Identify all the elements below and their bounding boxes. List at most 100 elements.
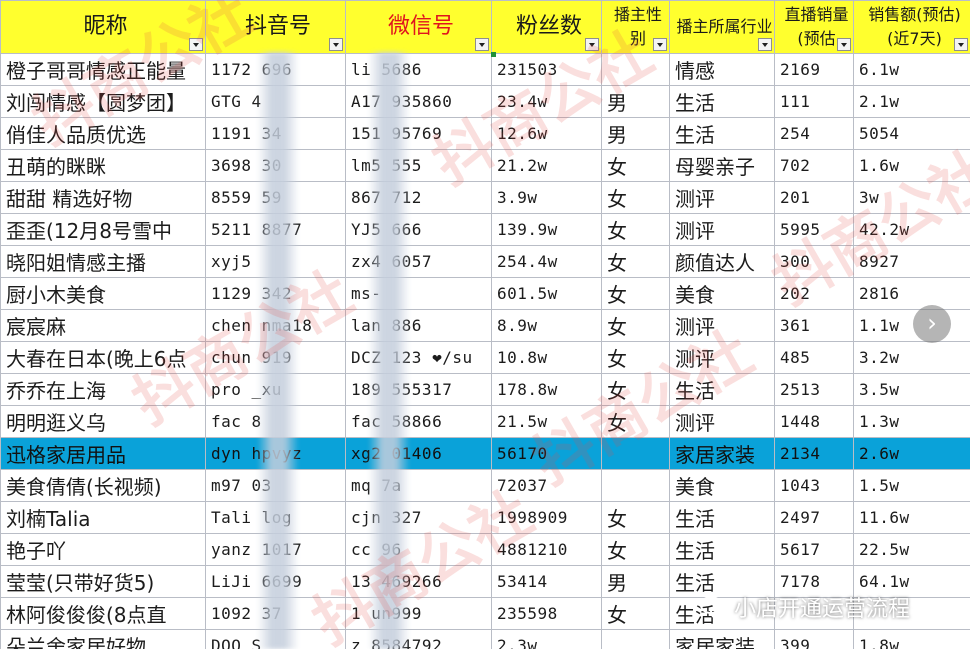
cell-nickname[interactable]: 丑萌的眯眯 bbox=[0, 149, 206, 182]
table-row[interactable]: 刘闯情感【圆梦团】 GTG 4 A17 935860 23.4w 男生活 111 2.1w bbox=[0, 85, 970, 118]
cell-live-sales[interactable]: 5995 bbox=[774, 213, 854, 246]
cell-nickname[interactable]: 艳子吖 bbox=[0, 533, 206, 566]
cell-sales-amount[interactable]: 8927 bbox=[853, 245, 970, 278]
table-row[interactable]: 橙子哥哥情感正能量1172 696li 5686231503情感21696.1w bbox=[0, 53, 970, 86]
table-row[interactable]: 甜甜 精选好物8559 59867 7123.9w女测评2013w bbox=[0, 181, 970, 214]
cell-nickname[interactable]: 莹莹(只带好货5) bbox=[0, 565, 206, 598]
cell-followers[interactable]: 21.5w bbox=[491, 405, 602, 438]
cell-sales-amount[interactable]: 1.6w bbox=[853, 149, 970, 182]
filter-dropdown-icon[interactable] bbox=[329, 38, 343, 51]
cell-industry[interactable]: 颜值达人 bbox=[669, 245, 775, 278]
table-row[interactable]: 大春在日本(晚上6点 chun 919 DCZ 123 ❤/su 10.8w 女测评 48… bbox=[0, 341, 970, 374]
cell-live-sales[interactable]: 1043 bbox=[774, 469, 854, 502]
table-row[interactable]: 歪歪(12月8号雪中5211 8877YJ5 666139.9w女测评59954… bbox=[0, 213, 970, 246]
cell-followers[interactable]: 235598 bbox=[491, 597, 602, 630]
cell-followers[interactable]: 8.9w bbox=[491, 309, 602, 342]
cell-followers[interactable]: 2.3w bbox=[491, 629, 602, 649]
cell-nickname[interactable]: 美食倩倩(长视频) bbox=[0, 469, 206, 502]
cell-sales-amount[interactable]: 11.6w bbox=[853, 501, 970, 534]
column-header-6[interactable]: 直播销量(预估 bbox=[774, 0, 854, 54]
cell-gender[interactable]: 女 bbox=[601, 405, 670, 438]
cell-industry[interactable]: 测评 bbox=[669, 309, 775, 342]
cell-followers[interactable]: 10.8w bbox=[491, 341, 602, 374]
spreadsheet[interactable]: 昵称 抖音号 微信号 粉丝数 播主性别 播主所属行业 直播销量(预估 销售额(预估)(近7天)… bbox=[0, 0, 970, 649]
filter-dropdown-icon[interactable] bbox=[653, 38, 667, 51]
cell-live-sales[interactable]: 5617 bbox=[774, 533, 854, 566]
cell-industry[interactable]: 生活 bbox=[669, 533, 775, 566]
column-header-2[interactable]: 微信号 bbox=[345, 0, 492, 54]
table-row[interactable]: 厨小木美食 1129 342 ms- 601.5w 女美食 202 2816 bbox=[0, 277, 970, 310]
table-row[interactable]: 宸宸麻chen nma18lan 8868.9w女测评3611.1w bbox=[0, 309, 970, 342]
table-row[interactable]: 俏佳人品质优选 1191 34 151 95769 12.6w 男生活 254 5054 bbox=[0, 117, 970, 150]
cell-industry[interactable]: 生活 bbox=[669, 117, 775, 150]
cell-gender[interactable] bbox=[601, 437, 670, 470]
cell-followers[interactable]: 231503 bbox=[491, 53, 602, 86]
table-row[interactable]: 刘楠TaliaTali logcjn 3271998909女生活249711.6… bbox=[0, 501, 970, 534]
cell-nickname[interactable]: 厨小木美食 bbox=[0, 277, 206, 310]
table-row[interactable]: 乔乔在上海 pro _xu 189 555317 178.8w 女生活 2513 3.5w bbox=[0, 373, 970, 406]
cell-sales-amount[interactable]: 3w bbox=[853, 181, 970, 214]
cell-followers[interactable]: 139.9w bbox=[491, 213, 602, 246]
cell-live-sales[interactable]: 1448 bbox=[774, 405, 854, 438]
cell-gender[interactable]: 女 bbox=[601, 373, 670, 406]
cell-nickname[interactable]: 明明逛义乌 bbox=[0, 405, 206, 438]
column-header-5[interactable]: 播主所属行业 bbox=[669, 0, 775, 54]
cell-industry[interactable]: 生活 bbox=[669, 501, 775, 534]
cell-industry[interactable]: 情感 bbox=[669, 53, 775, 86]
cell-live-sales[interactable]: 111 bbox=[774, 85, 854, 118]
cell-nickname[interactable]: 甜甜 精选好物 bbox=[0, 181, 206, 214]
cell-industry[interactable]: 生活 bbox=[669, 85, 775, 118]
cell-live-sales[interactable]: 300 bbox=[774, 245, 854, 278]
filter-dropdown-icon[interactable] bbox=[189, 38, 203, 51]
column-header-0[interactable]: 昵称 bbox=[0, 0, 206, 54]
cell-sales-amount[interactable]: 2.6w bbox=[853, 437, 970, 470]
column-header-3[interactable]: 粉丝数 bbox=[491, 0, 602, 54]
cell-gender[interactable]: 女 bbox=[601, 309, 670, 342]
filter-dropdown-icon[interactable] bbox=[837, 38, 851, 51]
cell-followers[interactable]: 12.6w bbox=[491, 117, 602, 150]
column-header-1[interactable]: 抖音号 bbox=[205, 0, 346, 54]
cell-industry[interactable]: 美食 bbox=[669, 277, 775, 310]
cell-live-sales[interactable]: 2497 bbox=[774, 501, 854, 534]
cell-gender[interactable]: 女 bbox=[601, 501, 670, 534]
cell-sales-amount[interactable]: 2816 bbox=[853, 277, 970, 310]
cell-sales-amount[interactable]: 1.1w bbox=[853, 309, 970, 342]
cell-sales-amount[interactable]: 3.2w bbox=[853, 341, 970, 374]
filter-dropdown-icon[interactable] bbox=[758, 38, 772, 51]
cell-live-sales[interactable]: 361 bbox=[774, 309, 854, 342]
cell-followers[interactable]: 23.4w bbox=[491, 85, 602, 118]
cell-nickname[interactable]: 乔乔在上海 bbox=[0, 373, 206, 406]
cell-followers[interactable]: 56170 bbox=[491, 437, 602, 470]
table-row[interactable]: 迅格家居用品dyn hpvyzxg2 0140656170家居家装21342.6… bbox=[0, 437, 970, 470]
cell-gender[interactable]: 男 bbox=[601, 117, 670, 150]
cell-sales-amount[interactable]: 1.5w bbox=[853, 469, 970, 502]
cell-nickname[interactable]: 迅格家居用品 bbox=[0, 437, 206, 470]
cell-live-sales[interactable]: 399 bbox=[774, 629, 854, 649]
cell-followers[interactable]: 3.9w bbox=[491, 181, 602, 214]
cell-industry[interactable]: 家居家装 bbox=[669, 437, 775, 470]
table-row[interactable]: 美食倩倩(长视频)m97 03mq 7a72037美食10431.5w bbox=[0, 469, 970, 502]
table-row[interactable]: 明明逛义乌 fac 8 fac 58866 21.5w 女测评 1448 1.3w bbox=[0, 405, 970, 438]
column-header-7[interactable]: 销售额(预估)(近7天) bbox=[853, 0, 970, 54]
cell-nickname[interactable]: 宸宸麻 bbox=[0, 309, 206, 342]
cell-live-sales[interactable]: 2169 bbox=[774, 53, 854, 86]
cell-gender[interactable]: 女 bbox=[601, 533, 670, 566]
cell-nickname[interactable]: 晓阳姐情感主播 bbox=[0, 245, 206, 278]
filter-dropdown-icon[interactable] bbox=[585, 38, 599, 51]
table-row[interactable]: 朵兰舍家居好物DOO Sz 85847922.3w家居家装3991.8w bbox=[0, 629, 970, 649]
cell-industry[interactable]: 美食 bbox=[669, 469, 775, 502]
cell-gender[interactable] bbox=[601, 469, 670, 502]
cell-sales-amount[interactable]: 1.3w bbox=[853, 405, 970, 438]
cell-gender[interactable]: 女 bbox=[601, 181, 670, 214]
cell-live-sales[interactable]: 2513 bbox=[774, 373, 854, 406]
cell-nickname[interactable]: 俏佳人品质优选 bbox=[0, 117, 206, 150]
cell-gender[interactable]: 女 bbox=[601, 213, 670, 246]
cell-gender[interactable] bbox=[601, 53, 670, 86]
cell-gender[interactable]: 女 bbox=[601, 597, 670, 630]
cell-sales-amount[interactable]: 3.5w bbox=[853, 373, 970, 406]
cell-industry[interactable]: 测评 bbox=[669, 213, 775, 246]
cell-nickname[interactable]: 朵兰舍家居好物 bbox=[0, 629, 206, 649]
cell-followers[interactable]: 72037 bbox=[491, 469, 602, 502]
cell-industry[interactable]: 测评 bbox=[669, 181, 775, 214]
filter-dropdown-icon[interactable] bbox=[954, 38, 968, 51]
